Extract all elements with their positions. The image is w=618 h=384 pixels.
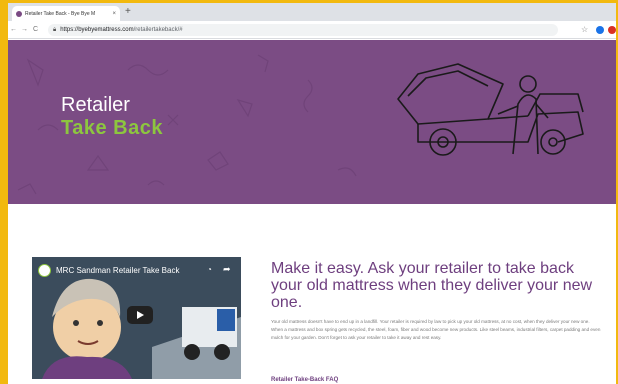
hero-title: Retailer xyxy=(61,94,130,116)
hero-banner: Retailer Take Back xyxy=(8,40,616,204)
extension-icon[interactable] xyxy=(596,26,604,34)
back-button[interactable]: ← xyxy=(8,26,19,33)
profile-avatar[interactable] xyxy=(608,26,616,34)
url-host: https://byebyemattress.com xyxy=(60,27,134,33)
page-headline: Make it easy. Ask your retailer to take … xyxy=(271,260,593,311)
share-icon[interactable]: ➦ xyxy=(223,264,231,275)
tab-strip: Retailer Take Back - Bye Bye M × + xyxy=(8,3,616,21)
reload-button[interactable]: C xyxy=(30,26,41,33)
browser-tab[interactable]: Retailer Take Back - Bye Bye M × xyxy=(12,6,120,21)
bookmark-star-icon[interactable]: ☆ xyxy=(581,25,588,34)
favicon-icon xyxy=(16,10,22,17)
url-text: https://byebyemattress.com/retailertakeb… xyxy=(60,27,182,33)
body-paragraph: Your old mattress doesn't have to end up… xyxy=(271,319,601,340)
hero-subtitle: Take Back xyxy=(61,117,163,139)
video-player[interactable]: MRC Sandman Retailer Take Back ◔ ➦ xyxy=(32,257,241,379)
url-path: /retailertakeback/# xyxy=(133,27,183,33)
watch-later-icon[interactable]: ◔ xyxy=(207,265,212,274)
channel-logo[interactable] xyxy=(38,264,51,277)
lock-icon: 🔒︎ xyxy=(53,26,57,33)
browser-toolbar: ← → C 🔒︎ https://byebyemattress.com/reta… xyxy=(8,21,616,39)
new-tab-button[interactable]: + xyxy=(125,6,131,18)
tab-title: Retailer Take Back - Bye Bye M xyxy=(25,10,96,17)
video-title[interactable]: MRC Sandman Retailer Take Back xyxy=(56,266,179,275)
browser-window: Retailer Take Back - Bye Bye M × + ← → C… xyxy=(8,3,616,384)
truck-illustration xyxy=(397,63,584,156)
play-button[interactable] xyxy=(127,306,153,324)
address-bar[interactable]: 🔒︎ https://byebyemattress.com/retailerta… xyxy=(48,24,558,36)
faq-link[interactable]: Retailer Take-Back FAQ xyxy=(271,377,338,383)
tab-close-icon[interactable]: × xyxy=(112,11,116,17)
forward-button[interactable]: → xyxy=(19,26,30,33)
